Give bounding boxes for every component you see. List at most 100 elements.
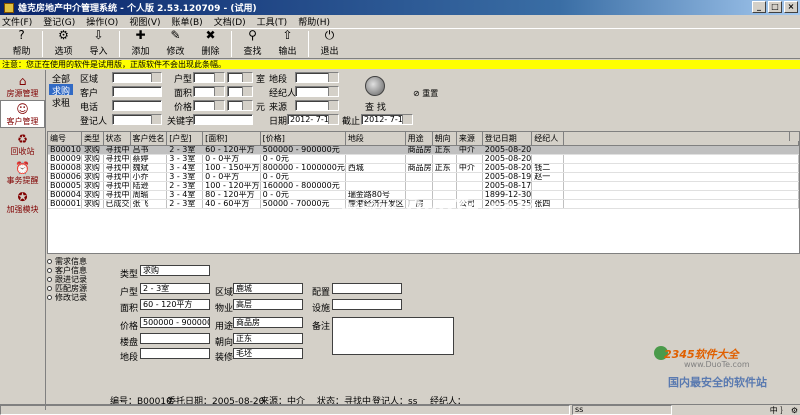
menu-file[interactable]: 文件(F) bbox=[2, 15, 32, 28]
price-max-select[interactable] bbox=[227, 100, 253, 111]
col-header[interactable]: 经纪人 bbox=[531, 132, 564, 146]
nav-reminders[interactable]: ⏰ 事务提醒 bbox=[0, 158, 45, 186]
table-cell bbox=[456, 181, 483, 191]
col-header[interactable]: [户型] bbox=[166, 132, 204, 146]
col-header[interactable]: 状态 bbox=[103, 132, 131, 146]
maximize-button[interactable]: □ bbox=[768, 1, 782, 13]
export-button[interactable]: ⇧ 输出 bbox=[270, 28, 305, 57]
district-select[interactable] bbox=[112, 72, 162, 83]
table-cell: 500000 - 900000元 bbox=[260, 145, 346, 155]
reset-button[interactable]: ⊘ 重置 bbox=[413, 88, 438, 99]
layout-max-select[interactable] bbox=[227, 72, 253, 83]
date-to-picker[interactable]: 2012- 7-11 bbox=[361, 114, 413, 125]
area-max-select[interactable] bbox=[227, 86, 253, 97]
menu-register[interactable]: 登记(G) bbox=[43, 15, 75, 28]
agent-label: 经纪人 bbox=[269, 89, 297, 99]
table-cell: 西城 bbox=[345, 163, 406, 173]
customer-label: 客户 bbox=[80, 89, 99, 99]
close-button[interactable]: × bbox=[784, 1, 798, 13]
menu-view[interactable]: 视图(V) bbox=[129, 15, 160, 28]
find-button-label[interactable]: 查 找 bbox=[365, 100, 386, 113]
table-row[interactable]: B00005 求购 寻找中 陆逊 2 - 3室 100 - 120平方 160000 - 8… bbox=[48, 181, 799, 191]
delete-button[interactable]: ✖ 删除 bbox=[193, 28, 228, 57]
date-from-picker[interactable]: 2012- 7-11 bbox=[287, 114, 339, 125]
add-icon: ✚ bbox=[135, 28, 146, 42]
table-cell-filler bbox=[563, 172, 799, 182]
tab-modification-records[interactable]: 修改记录 bbox=[47, 293, 107, 302]
menu-bill[interactable]: 账单(B) bbox=[172, 15, 203, 28]
table-cell bbox=[345, 154, 406, 164]
table-cell: 160000 - 800000元 bbox=[260, 181, 346, 191]
lot-label: 地段 bbox=[120, 353, 139, 363]
col-header[interactable]: 来源 bbox=[456, 132, 483, 146]
agent-select[interactable] bbox=[295, 86, 339, 97]
col-header[interactable]: [价格] bbox=[260, 132, 346, 146]
col-header[interactable]: 朝向 bbox=[432, 132, 457, 146]
col-header[interactable]: 地段 bbox=[345, 132, 406, 146]
layout-min-select[interactable] bbox=[193, 72, 225, 83]
edit-icon: ✎ bbox=[170, 28, 181, 42]
col-header[interactable]: 登记日期 bbox=[482, 132, 533, 146]
table-cell: B00006 bbox=[48, 172, 82, 182]
menu-help[interactable]: 帮助(H) bbox=[298, 15, 330, 28]
area-label: 面积 bbox=[120, 304, 139, 314]
table-cell: 商品房 bbox=[405, 145, 433, 155]
menu-tools[interactable]: 工具(T) bbox=[257, 15, 288, 28]
property-field: 高层 bbox=[233, 299, 303, 310]
help-icon: ? bbox=[18, 28, 25, 42]
app-window: 雄克房地产中介管理系统 - 个人版 2.53.120709 - (试用) _ □… bbox=[0, 0, 800, 415]
col-header[interactable]: 类型 bbox=[81, 132, 104, 146]
source-select[interactable] bbox=[295, 100, 339, 111]
find-icon: ⚲ bbox=[248, 28, 257, 42]
keyword-input[interactable] bbox=[193, 114, 253, 125]
phone-input[interactable] bbox=[112, 100, 162, 111]
table-cell: 张飞 bbox=[130, 199, 168, 209]
menu-document[interactable]: 文档(D) bbox=[214, 15, 246, 28]
import-button[interactable]: ⇩ 导入 bbox=[81, 28, 116, 57]
left-nav: ⌂ 房源管理 ☺ 客户管理 ♻ 回收站 ⏰ 事务提醒 ✪ 加强模块 bbox=[0, 70, 46, 410]
table-cell: 已成交 bbox=[103, 199, 131, 209]
area-min-select[interactable] bbox=[193, 86, 225, 97]
type-all-tab[interactable]: 全部 bbox=[49, 72, 73, 85]
exit-button[interactable]: ⏻ 退出 bbox=[312, 28, 347, 57]
table-row[interactable]: B00009 求购 寻找中 蔡婷 3 - 3室 0 - 0平方 0 - 0元 2005-08-… bbox=[48, 154, 799, 164]
table-cell: 求购 bbox=[81, 145, 104, 155]
options-button[interactable]: ⚙ 选项 bbox=[46, 28, 81, 57]
ime-indicator[interactable]: 中 ｝ ⚙ bbox=[770, 405, 798, 415]
type-rent-tab[interactable]: 求租 bbox=[49, 96, 73, 109]
nav-customer-management[interactable]: ☺ 客户管理 bbox=[0, 100, 45, 128]
table-row[interactable]: B00008 求购 寻找中 魏斌 3 - 4室 100 - 150平方 800000 - 1… bbox=[48, 163, 799, 173]
customer-table[interactable]: 编号 类型 状态 客户姓名 [户型] [面积] [价格] 地段 用途 朝向 来源… bbox=[47, 131, 800, 254]
col-header[interactable]: [面积] bbox=[202, 132, 261, 146]
col-header[interactable]: 用途 bbox=[405, 132, 433, 146]
find-button[interactable]: ⚲ 查找 bbox=[235, 28, 270, 57]
title-bar: 雄克房地产中介管理系统 - 个人版 2.53.120709 - (试用) _ □… bbox=[0, 0, 800, 15]
nav-recycle-bin[interactable]: ♻ 回收站 bbox=[0, 129, 45, 157]
add-button[interactable]: ✚ 添加 bbox=[123, 28, 158, 57]
nav-enhanced-modules[interactable]: ✪ 加强模块 bbox=[0, 187, 45, 215]
edit-button[interactable]: ✎ 修改 bbox=[158, 28, 193, 57]
col-header-filler bbox=[563, 132, 799, 146]
floor-select[interactable] bbox=[295, 72, 339, 83]
options-icon: ⚙ bbox=[58, 28, 69, 42]
table-cell: 寻找中 bbox=[103, 172, 131, 182]
search-icon[interactable] bbox=[365, 76, 385, 96]
table-row[interactable]: B00006 求购 寻找中 小乔 3 - 3室 0 - 0平方 0 - 0元 2005-08-… bbox=[48, 172, 799, 182]
table-row[interactable]: B00010 求购 寻找中 吕书 2 - 3室 60 - 120平方 500000 - 90… bbox=[48, 145, 799, 155]
nav-house-management[interactable]: ⌂ 房源管理 bbox=[0, 71, 45, 99]
config-label: 配置 bbox=[312, 288, 331, 298]
type-buy-tab[interactable]: 求购 bbox=[49, 84, 73, 97]
window-title: 雄克房地产中介管理系统 - 个人版 2.53.120709 - (试用) bbox=[18, 4, 257, 14]
customer-input[interactable] bbox=[112, 86, 162, 97]
col-header[interactable]: 客户姓名 bbox=[130, 132, 168, 146]
col-header[interactable]: 编号 bbox=[48, 132, 82, 146]
registrar-select[interactable] bbox=[112, 114, 162, 125]
table-cell bbox=[456, 172, 483, 182]
help-button[interactable]: ? 帮助 bbox=[4, 28, 39, 57]
minimize-button[interactable]: _ bbox=[752, 1, 766, 13]
table-cell: 寻找中 bbox=[103, 181, 131, 191]
table-cell-filler bbox=[563, 154, 799, 164]
menu-operate[interactable]: 操作(O) bbox=[86, 15, 118, 28]
price-min-select[interactable] bbox=[193, 100, 225, 111]
table-cell: 寻找中 bbox=[103, 154, 131, 164]
